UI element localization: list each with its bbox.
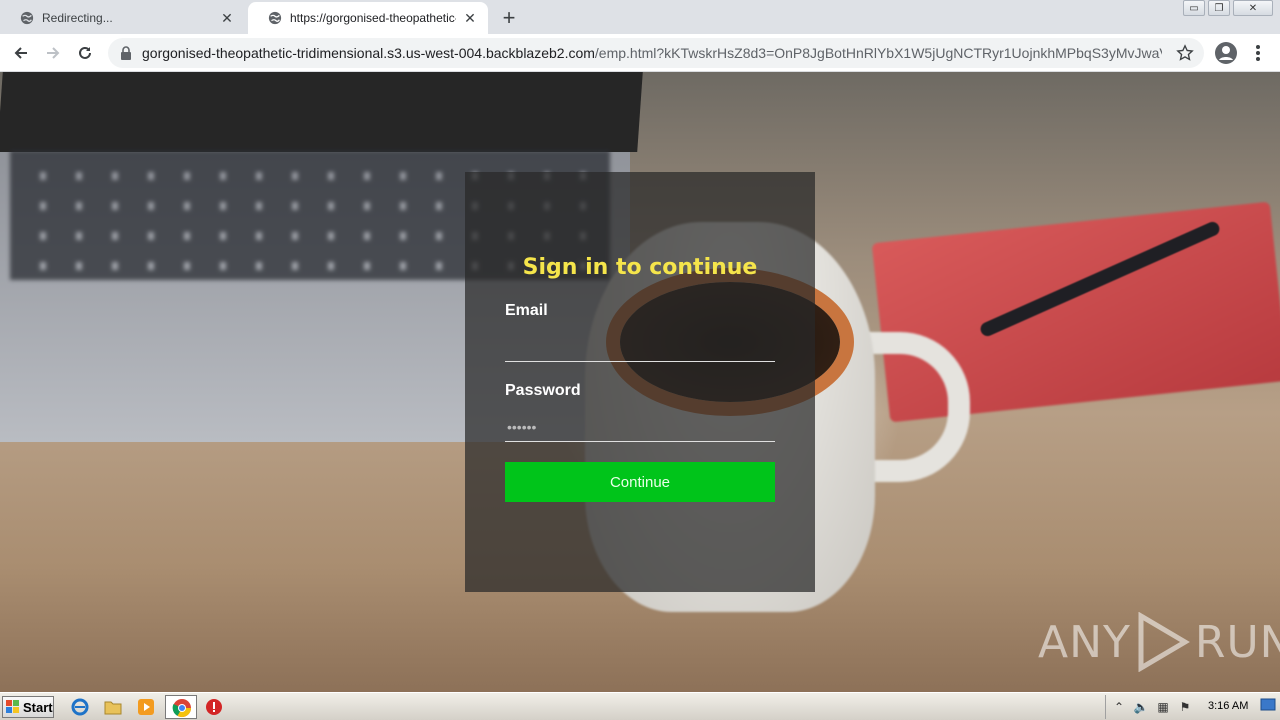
form-title: Sign in to continue	[522, 255, 758, 280]
tab-title: https://gorgonised-theopathetic-tridimen…	[290, 11, 456, 25]
page-viewport: Sign in to continue Email Password Conti…	[0, 72, 1280, 692]
browser-toolbar: gorgonised-theopathetic-tridimensional.s…	[0, 34, 1280, 72]
bookmark-star-icon[interactable]	[1176, 44, 1194, 62]
play-logo-icon	[1138, 612, 1190, 672]
back-button[interactable]	[8, 40, 34, 66]
show-desktop-icon[interactable]	[1260, 697, 1276, 713]
tray-expand-icon[interactable]: ⌃	[1110, 698, 1128, 716]
ie-icon[interactable]	[70, 697, 90, 717]
system-tray: ⌃ 🔈 ▦ ⚑	[1105, 695, 1280, 719]
tab-close-icon[interactable]: ✕	[219, 10, 235, 26]
watermark-left: ANY	[1038, 616, 1131, 668]
stop-icon[interactable]	[204, 697, 224, 717]
address-bar[interactable]: gorgonised-theopathetic-tridimensional.s…	[108, 38, 1204, 68]
background-laptop-screen	[0, 72, 643, 152]
chrome-icon	[172, 699, 191, 718]
email-label: Email	[505, 302, 548, 319]
globe-icon	[268, 11, 282, 25]
start-button[interactable]: Start	[2, 696, 54, 718]
tab-redirecting[interactable]: Redirecting... ✕	[0, 2, 245, 34]
ie-glyph-icon	[71, 698, 89, 716]
restore-button[interactable]: ❐	[1208, 0, 1230, 16]
more-menu-icon[interactable]	[1250, 43, 1266, 63]
url-text: gorgonised-theopathetic-tridimensional.s…	[142, 45, 1162, 61]
media-glyph-icon	[138, 699, 154, 715]
arrow-right-icon	[47, 47, 60, 59]
password-label: Password	[505, 382, 581, 399]
reload-button[interactable]	[72, 40, 98, 66]
volume-icon[interactable]: 🔈	[1132, 698, 1150, 716]
new-tab-button[interactable]: +	[498, 7, 520, 29]
continue-button[interactable]: Continue	[505, 462, 775, 502]
windows-logo-icon	[6, 700, 19, 713]
stop-glyph-icon	[206, 699, 222, 715]
globe-icon	[20, 11, 34, 25]
account-icon[interactable]	[1214, 41, 1238, 65]
minimize-button[interactable]: ▭	[1183, 0, 1205, 16]
taskbar: Start ⌃ 🔈 ▦ ⚑ 3:16 AM	[0, 692, 1280, 720]
tab-close-icon[interactable]: ✕	[462, 10, 478, 26]
anyrun-watermark: ANY RUN	[1038, 612, 1280, 672]
url-host: gorgonised-theopathetic-tridimensional.s…	[142, 45, 595, 61]
tab-title: Redirecting...	[42, 11, 113, 25]
watermark-right: RUN	[1194, 616, 1280, 668]
folder-glyph-icon	[104, 701, 122, 715]
email-input[interactable]	[505, 332, 775, 362]
reload-icon	[79, 46, 91, 59]
lock-icon	[121, 46, 131, 60]
network-icon[interactable]: ▦	[1154, 698, 1172, 716]
tab-login[interactable]: https://gorgonised-theopathetic-tridimen…	[248, 2, 488, 34]
login-panel: Sign in to continue Email Password Conti…	[465, 172, 815, 592]
clock[interactable]: 3:16 AM	[1208, 700, 1248, 712]
folder-icon[interactable]	[103, 697, 123, 717]
password-input[interactable]	[505, 412, 775, 442]
start-label: Start	[23, 699, 53, 715]
tab-strip: Redirecting... ✕ https://gorgonised-theo…	[0, 0, 1280, 34]
action-center-flag-icon[interactable]: ⚑	[1176, 698, 1194, 716]
chrome-taskbar-button[interactable]	[165, 695, 197, 719]
url-path: /emp.html?kKTwskrHsZ8d3=OnP8JgBotHnRlYbX…	[594, 45, 1162, 61]
forward-button[interactable]	[40, 40, 66, 66]
window-controls: ▭ ❐ ✕	[1180, 0, 1273, 18]
close-window-button[interactable]: ✕	[1233, 0, 1273, 16]
media-player-icon[interactable]	[136, 697, 156, 717]
arrow-left-icon	[14, 47, 27, 59]
